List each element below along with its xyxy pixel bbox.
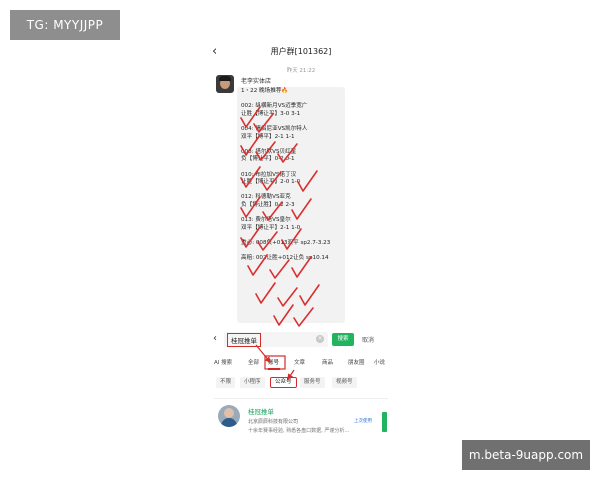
chip-mini-program[interactable]: 小程序 (240, 377, 265, 388)
clear-icon[interactable]: × (316, 335, 324, 343)
tab-moments[interactable]: 朋友圈 (348, 358, 365, 366)
tab-all[interactable]: 全部 (248, 358, 259, 366)
filter-chips: 不限 小程序 公众号 服务号 视频号 (208, 375, 394, 391)
phone-screenshot: ‹ 用户群[101362] 昨天 21:22 老李实体店 1・22 晚场推荐🔥 0… (208, 40, 394, 440)
search-query: 桂冠推单 (227, 333, 261, 347)
tab-active-underline (268, 368, 280, 370)
chip-official-account[interactable]: 公众号 (270, 377, 297, 388)
result-name: 桂冠推单 (248, 408, 274, 416)
message-line (241, 141, 361, 149)
result-avatar (218, 405, 240, 427)
message-line: 013: 费尔塔VS皇尔 (241, 217, 291, 224)
search-button[interactable]: 搜索 (332, 333, 354, 346)
message-line: 012: 科德勒VS亚克 (241, 194, 291, 201)
tg-badge: TG: MYYJJPP (10, 10, 120, 40)
chip-service-account[interactable]: 服务号 (300, 377, 325, 388)
search-tabs: AI 搜索 全部 账号 文章 商品 朋友圈 小说 (208, 355, 394, 370)
chip-channels[interactable]: 视频号 (332, 377, 357, 388)
result-company: 北京辰辰科技有限公司 (248, 419, 299, 425)
message-line: 负【博让平】0-2 0-1 (241, 156, 295, 163)
message-line: 负【博让胜】0-2 2-3 (241, 201, 295, 208)
message-line: 让胜【博让平】3-0 3-1 (241, 110, 301, 117)
message-line: 双平【博让平】2-1 1-0 (241, 224, 301, 231)
message-line: 双平【博平】2-1 1-1 (241, 133, 295, 140)
message-line: 高赔: 002让胜+012让负 sp10.14 (241, 255, 329, 262)
message-text: 1・22 晚场推荐🔥 002: 纵横新月VS迈季宽广 让胜【博让平】3-0 3-1 0… (241, 88, 361, 263)
tab-articles[interactable]: 文章 (294, 358, 305, 366)
message-line: 002: 纵横新月VS迈季宽广 (241, 103, 308, 110)
chat-header: ‹ 用户群[101362] (208, 40, 394, 64)
tab-ai-search[interactable]: AI 搜索 (214, 358, 232, 366)
search-back-icon[interactable]: ‹ (213, 333, 217, 344)
message-line: 重心: 008负+013双平 sp2.7-3.23 (241, 239, 331, 246)
message-line (241, 210, 361, 218)
search-input[interactable]: 桂冠推单 × (224, 332, 328, 347)
message-line: 010: 布拉加VS诺丁汉 (241, 171, 297, 178)
scroll-indicator (382, 412, 387, 432)
sender-avatar[interactable] (216, 75, 234, 93)
search-bar: ‹ 桂冠推单 × 搜索 取消 (208, 331, 394, 349)
search-result-card[interactable]: 桂冠推单 北京辰辰科技有限公司 十余年赛事经验, 熟悉各盘口数据, 严谨分析… … (214, 398, 388, 440)
tab-novels[interactable]: 小说 (374, 358, 385, 366)
cancel-button[interactable]: 取消 (362, 335, 374, 344)
tab-accounts[interactable]: 账号 (268, 358, 279, 366)
message-line: 1・22 晚场推荐🔥 (241, 88, 289, 94)
chip-any[interactable]: 不限 (216, 377, 236, 388)
message-line: 让胜【博让平】2-0 1-0 (241, 179, 301, 186)
watermark-badge: m.beta-9uapp.com (462, 440, 590, 470)
chat-title: 用户群[101362] (270, 47, 332, 56)
message-line: 004: 情侣尼亚VS凯尔特人 (241, 125, 308, 132)
message-line (241, 164, 361, 172)
message-line (241, 247, 361, 255)
message-timestamp: 昨天 21:22 (286, 68, 316, 74)
message-line (241, 118, 361, 126)
tab-products[interactable]: 商品 (322, 358, 333, 366)
result-last-used-tag: 上次使用 (354, 419, 372, 424)
result-description: 十余年赛事经验, 熟悉各盘口数据, 严谨分析… (248, 428, 350, 434)
sender-name: 老李实体店 (241, 78, 272, 85)
message-line (241, 232, 361, 240)
